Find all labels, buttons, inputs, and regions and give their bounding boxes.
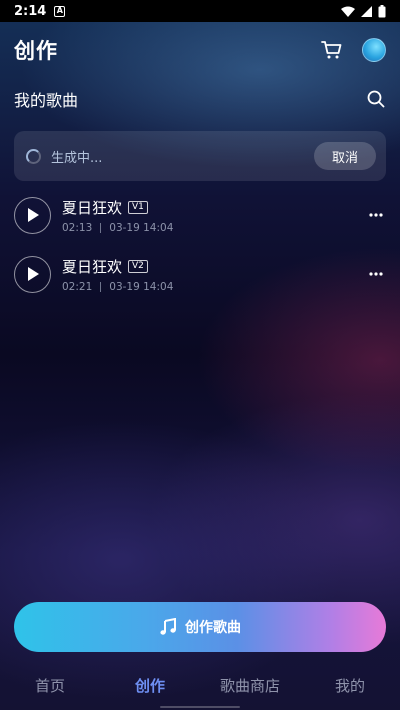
song-item[interactable]: 夏日狂欢 V1 02:13 03-19 14:04 [14,195,386,235]
more-options-button[interactable] [366,205,386,225]
loading-spinner-icon [26,148,41,164]
tab-me[interactable]: 我的 [300,675,400,696]
version-badge: V2 [128,259,148,273]
status-time: 2:14 [14,3,47,19]
version-badge: V1 [128,200,148,214]
song-item[interactable]: 夏日狂欢 V2 02:21 03-19 14:04 [14,254,386,294]
song-duration: 02:21 [62,280,93,293]
music-note-icon [160,618,176,635]
meta-divider [100,222,102,233]
more-options-button[interactable] [366,264,386,284]
song-date: 03-19 14:04 [109,221,174,234]
play-icon [27,267,39,281]
section-title: 我的歌曲 [14,91,79,110]
signal-icon [361,5,372,17]
avatar[interactable] [362,38,386,62]
cancel-button[interactable]: 取消 [314,142,376,170]
battery-icon [378,4,386,17]
app-screen: 2:14 A 创作 我的歌曲 生成中... 取消 夏日狂欢 V1 02:13 0… [0,0,400,710]
app-header: 创作 [0,22,400,78]
create-song-button[interactable]: 创作歌曲 [14,602,386,652]
song-title: 夏日狂欢 [62,257,123,276]
page-title: 创作 [14,39,58,63]
generating-card: 生成中... 取消 [14,131,386,181]
song-info: 夏日狂欢 V1 02:13 03-19 14:04 [62,197,173,234]
cart-icon[interactable] [320,38,344,62]
song-title: 夏日狂欢 [62,198,123,217]
play-button[interactable] [14,196,51,234]
meta-divider [100,281,102,292]
status-bar: 2:14 A [0,0,400,22]
generating-status: 生成中... [51,150,103,166]
bottom-tab-bar: 首页 创作 歌曲商店 我的 [0,662,400,708]
song-duration: 02:13 [62,221,93,234]
song-date: 03-19 14:04 [109,280,174,293]
tab-home[interactable]: 首页 [0,675,100,696]
tab-create[interactable]: 创作 [100,675,200,696]
more-icon [369,272,383,276]
wifi-icon [341,6,355,17]
section-header: 我的歌曲 [14,84,386,114]
gesture-nav-bar[interactable] [160,706,240,708]
create-song-label: 创作歌曲 [185,620,241,636]
more-icon [369,213,383,217]
status-icons [341,4,386,18]
song-info: 夏日狂欢 V2 02:21 03-19 14:04 [62,256,173,293]
notification-icon: A [54,5,66,17]
search-icon[interactable] [366,89,386,109]
play-button[interactable] [14,255,51,293]
tab-song-store[interactable]: 歌曲商店 [200,675,300,696]
play-icon [27,208,39,222]
